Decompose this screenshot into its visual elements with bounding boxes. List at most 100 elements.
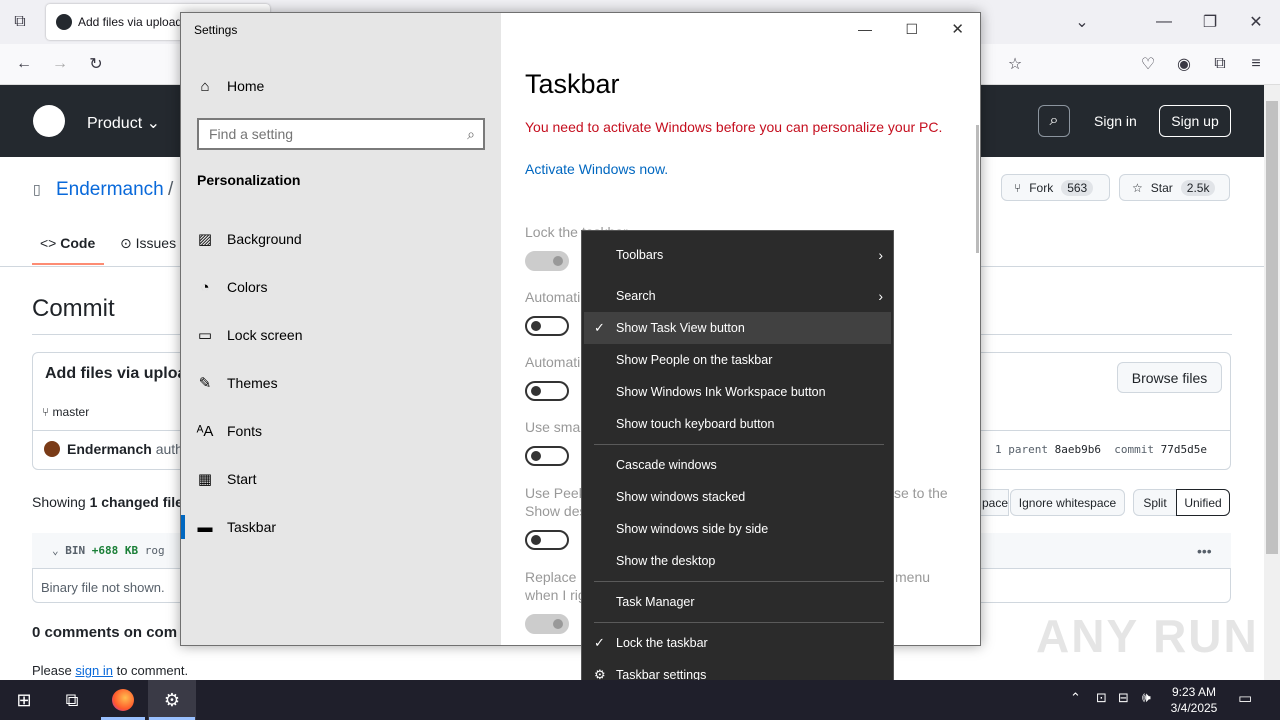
close-icon[interactable]: ✕ xyxy=(1244,10,1268,34)
settings-search-box[interactable]: ⌕ xyxy=(197,118,485,150)
minimize-icon[interactable]: — xyxy=(858,21,872,37)
tab-list-icon[interactable]: ⧉ xyxy=(8,10,32,34)
windows-start-icon[interactable]: ⊞ xyxy=(0,680,48,720)
tab-issues[interactable]: ⊙ Issues xyxy=(120,235,176,252)
menu-item-label: Toolbars xyxy=(616,248,664,262)
nav-product[interactable]: Product ⌄ xyxy=(87,113,160,133)
nav-item-label: Background xyxy=(227,231,302,247)
menu-item-search[interactable]: Search › xyxy=(584,280,891,312)
showing-count: 1 changed file xyxy=(89,494,183,510)
repo-owner-link[interactable]: Endermanch xyxy=(56,179,164,201)
account-icon[interactable]: ◉ xyxy=(1172,52,1196,76)
menu-item-label: Show Task View button xyxy=(616,321,745,335)
task-view-icon[interactable]: ⧉ xyxy=(48,680,96,720)
search-button[interactable]: ⌕ xyxy=(1038,105,1070,137)
menu-item-show-windows-side-by-side[interactable]: Show windows side by side xyxy=(584,513,891,545)
settings-search-input[interactable] xyxy=(209,126,449,142)
to-comment-text: to comment. xyxy=(116,663,189,678)
firefox-icon[interactable] xyxy=(99,680,147,720)
sign-in-link[interactable]: Sign in xyxy=(1094,113,1137,129)
menu-item-label: Lock the taskbar xyxy=(616,636,708,650)
maximize-icon[interactable]: ☐ xyxy=(905,21,918,38)
showing-summary: Showing 1 changed file xyxy=(32,494,183,510)
menu-item-show-the-desktop[interactable]: Show the desktop xyxy=(584,545,891,577)
minimize-icon[interactable]: — xyxy=(1152,10,1176,34)
auto-hide-desktop-label: Automati xyxy=(525,289,581,305)
settings-gear-icon[interactable]: ⚙ xyxy=(148,680,196,720)
lock-taskbar-toggle[interactable] xyxy=(525,251,569,271)
github-logo-icon[interactable] xyxy=(33,105,65,137)
volume-icon[interactable]: 🕪 xyxy=(1142,689,1151,706)
taskbar-icon: ▬ xyxy=(197,518,213,536)
menu-item-show-windows-stacked[interactable]: Show windows stacked xyxy=(584,481,891,513)
clock[interactable]: 9:23 AM 3/4/2025 xyxy=(1166,684,1222,716)
tab-issues-label: Issues xyxy=(135,235,177,251)
nav-colors[interactable]: ◔ Colors xyxy=(181,263,501,311)
commit-author: Endermanch autho xyxy=(67,441,191,457)
close-icon[interactable]: ✕ xyxy=(951,20,964,38)
menu-icon[interactable]: ≡ xyxy=(1244,52,1268,76)
nav-home-label: Home xyxy=(227,78,265,94)
auto-hide-desktop-toggle[interactable] xyxy=(525,316,569,336)
font-icon: ᴬA xyxy=(196,422,214,440)
settings-scrollbar[interactable] xyxy=(976,125,979,253)
sign-up-button[interactable]: Sign up xyxy=(1159,105,1231,137)
bookmark-star-icon[interactable]: ☆ xyxy=(1003,52,1027,76)
page-scrollbar-thumb[interactable] xyxy=(1266,101,1278,554)
pocket-icon[interactable]: ♡ xyxy=(1136,52,1160,76)
avatar[interactable] xyxy=(44,441,60,457)
whitespace-toggle[interactable]: pace xyxy=(979,489,1009,516)
picture-icon: ▨ xyxy=(197,231,213,248)
notification-icon[interactable]: ▭ xyxy=(1238,689,1252,707)
network-icon[interactable]: ⊟ xyxy=(1118,690,1129,706)
tray-app-icon[interactable]: ⊡ xyxy=(1096,690,1107,706)
tab-code[interactable]: <> Code xyxy=(40,235,95,251)
nav-taskbar[interactable]: ▬ Taskbar xyxy=(181,503,501,551)
reload-icon[interactable]: ↻ xyxy=(84,52,108,76)
split-button[interactable]: Split xyxy=(1133,489,1177,516)
peek-label-2: Show des xyxy=(525,503,587,519)
fork-button[interactable]: ⑂ Fork 563 xyxy=(1001,174,1110,201)
peek-label: Use Peek xyxy=(525,485,586,501)
browse-files-button[interactable]: Browse files xyxy=(1117,362,1222,393)
back-icon[interactable]: ← xyxy=(12,52,36,76)
replace-label-2: when I rig xyxy=(525,587,586,603)
activate-windows-link[interactable]: Activate Windows now. xyxy=(525,161,668,177)
menu-item-label: Show the desktop xyxy=(616,554,716,568)
tray-chevron-up-icon[interactable]: ⌃ xyxy=(1070,690,1081,706)
search-icon: ⌕ xyxy=(1049,112,1059,129)
nav-fonts[interactable]: ᴬA Fonts xyxy=(181,407,501,455)
chevron-right-icon: › xyxy=(878,288,883,304)
peek-toggle[interactable] xyxy=(525,530,569,550)
menu-item-cascade-windows[interactable]: Cascade windows xyxy=(584,449,891,481)
restore-icon[interactable]: ❐ xyxy=(1198,10,1222,34)
nav-lock-screen[interactable]: ▭ Lock screen xyxy=(181,311,501,359)
author-name[interactable]: Endermanch xyxy=(67,441,152,457)
parent-hash[interactable]: 8aeb9b6 xyxy=(1055,443,1101,456)
menu-item-show-windows-ink-workspace-button[interactable]: Show Windows Ink Workspace button xyxy=(584,376,891,408)
menu-item-lock-the-taskbar[interactable]: ✓ Lock the taskbar xyxy=(584,627,891,659)
nav-home[interactable]: ⌂ Home xyxy=(181,62,501,110)
replace-toggle[interactable] xyxy=(525,614,569,634)
chevron-down-icon[interactable]: ⌄ xyxy=(1070,10,1094,34)
ignore-whitespace-button[interactable]: Ignore whitespace xyxy=(1010,489,1125,516)
nav-themes[interactable]: ✎ Themes xyxy=(181,359,501,407)
nav-start[interactable]: ▦ Start xyxy=(181,455,501,503)
menu-item-toolbars[interactable]: Toolbars › xyxy=(584,239,891,271)
star-button[interactable]: ☆ Star 2.5k xyxy=(1119,174,1230,201)
chevron-down-icon[interactable]: ⌄ xyxy=(52,544,59,557)
menu-item-show-people-on-the-taskbar[interactable]: Show People on the taskbar xyxy=(584,344,891,376)
nav-background[interactable]: ▨ Background xyxy=(181,215,501,263)
tab-title: Add files via upload xyxy=(78,15,183,29)
sign-in-comment-link[interactable]: sign in xyxy=(75,663,113,678)
unified-button[interactable]: Unified xyxy=(1176,489,1230,516)
forward-icon[interactable]: → xyxy=(48,52,72,76)
small-buttons-toggle[interactable] xyxy=(525,446,569,466)
menu-item-task-manager[interactable]: Task Manager xyxy=(584,586,891,618)
menu-item-show-task-view-button[interactable]: ✓ Show Task View button xyxy=(584,312,891,344)
file-name[interactable]: rog xyxy=(145,544,165,557)
auto-hide-tablet-toggle[interactable] xyxy=(525,381,569,401)
menu-item-show-touch-keyboard-button[interactable]: Show touch keyboard button xyxy=(584,408,891,440)
extensions-icon[interactable]: ⧉ xyxy=(1208,52,1232,76)
more-options-icon[interactable]: ••• xyxy=(1197,543,1212,559)
